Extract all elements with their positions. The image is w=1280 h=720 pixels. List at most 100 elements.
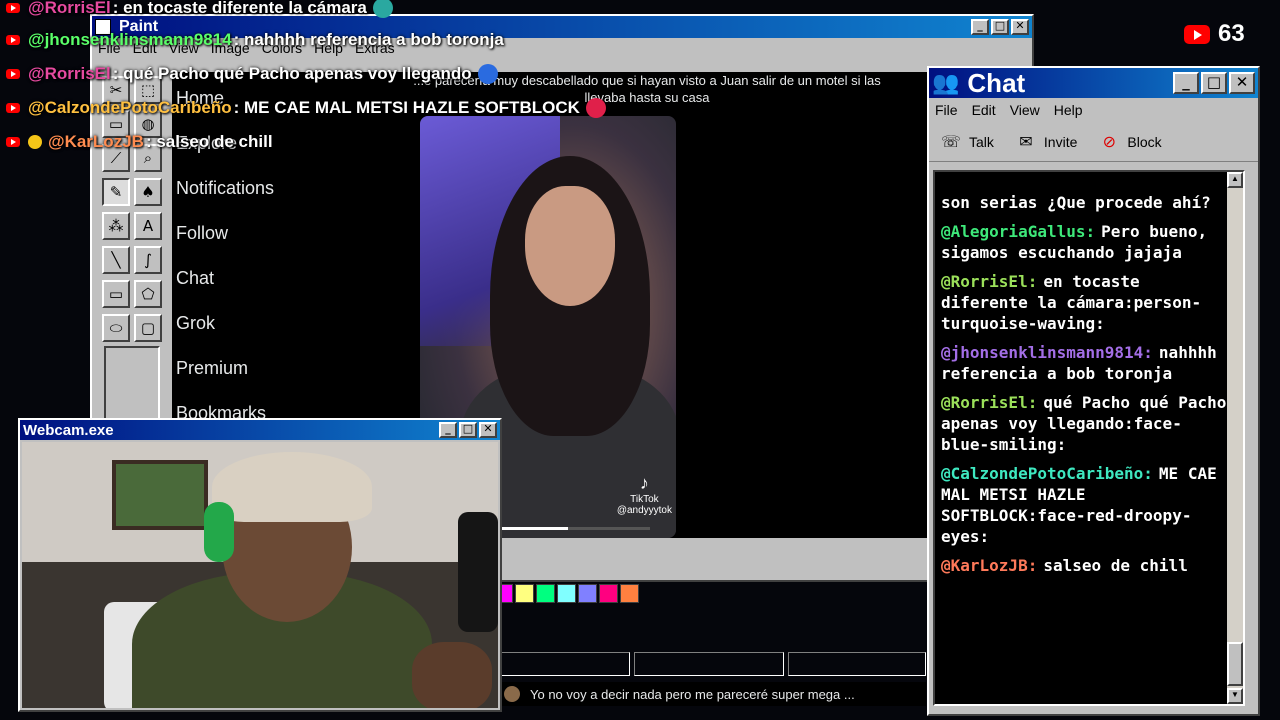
cam-cap: [212, 452, 372, 522]
overlay-username: @jhonsenklinsmann9814: [28, 30, 232, 49]
chat-message: son serias ¿Que procede ahí?: [941, 192, 1227, 213]
chat-username[interactable]: @CalzondePotoCaribeño:: [941, 464, 1153, 483]
reply-text: Yo no voy a decir nada pero me pareceré …: [530, 686, 855, 702]
pencil-icon[interactable]: ✎: [102, 178, 130, 206]
paint-toolbox: ✂ ⬚ ▭ ◍ ⟋ ⌕ ✎ ♠ ⁂ A ╲ ∫ ▭ ⬠ ⬭ ▢: [100, 76, 164, 426]
block-label: Block: [1127, 133, 1162, 150]
menu-item[interactable]: Help: [1054, 102, 1083, 118]
overlay-chat-line: @RorrisEl: qué Pacho qué Pacho apenas vo…: [6, 64, 498, 84]
chat-message: @CalzondePotoCaribeño: ME CAE MAL METSI H…: [941, 463, 1227, 547]
tiktok-label: TikTok: [630, 494, 659, 505]
viewer-count: 63: [1218, 20, 1245, 47]
overlay-chat-line: @KarLozJB: salseo de chill: [6, 132, 273, 152]
invite-icon: ✉: [1019, 132, 1033, 151]
overlay-message: : salseo de chill: [145, 132, 273, 151]
youtube-icon: [6, 137, 20, 147]
scroll-down-icon[interactable]: ▼: [1227, 688, 1243, 704]
chat-window: 👥 Chat _ □ ✕ File Edit View Help ☏ Talk ✉ I…: [927, 66, 1260, 716]
webcam-titlebar[interactable]: Webcam.exe _ □ ✕: [20, 420, 500, 440]
color-swatch[interactable]: [536, 584, 555, 603]
chat-message-list: son serias ¿Que procede ahí? @AlegoriaGal…: [941, 192, 1227, 584]
menu-item[interactable]: Edit: [972, 102, 996, 118]
chat-username[interactable]: @RorrisEl:: [941, 393, 1037, 412]
color-swatch[interactable]: [578, 584, 597, 603]
color-swatch[interactable]: [620, 584, 639, 603]
scroll-up-icon[interactable]: ▲: [1227, 172, 1243, 188]
emoji-icon: [477, 64, 498, 84]
curve-icon[interactable]: ∫: [134, 246, 162, 274]
tool-options[interactable]: [104, 346, 160, 422]
color-swatch[interactable]: [599, 584, 618, 603]
nav-item[interactable]: Grok: [176, 313, 215, 334]
chat-username[interactable]: @AlegoriaGallus:: [941, 222, 1095, 241]
youtube-icon: [6, 103, 20, 113]
brush-icon[interactable]: ♠: [134, 178, 162, 206]
chat-messages-pane[interactable]: son serias ¿Que procede ahí? @AlegoriaGal…: [933, 170, 1245, 706]
nav-item[interactable]: Premium: [176, 358, 248, 379]
overlay-username: @RorrisEl: [28, 64, 111, 83]
menu-item[interactable]: File: [935, 102, 958, 118]
video-person-face: [525, 186, 615, 306]
chat-username[interactable]: @KarLozJB:: [941, 556, 1037, 575]
chat-toolbar: ☏ Talk ✉ Invite ⊘ Block: [929, 122, 1258, 162]
invite-button[interactable]: ✉ Invite: [1014, 131, 1077, 153]
nav-item[interactable]: Notifications: [176, 178, 274, 199]
talk-label: Talk: [969, 133, 994, 150]
close-button[interactable]: ✕: [1229, 72, 1255, 94]
chat-people-icon: 👥: [932, 70, 960, 96]
overlay-chat-line: @CalzondePotoCaribeño: ME CAE MAL METSI …: [6, 98, 606, 118]
text-icon[interactable]: A: [134, 212, 162, 240]
overlay-message: : qué Pacho qué Pacho apenas voy llegand…: [112, 64, 472, 83]
chat-message: @jhonsenklinsmann9814: nahhhh referencia …: [941, 342, 1227, 384]
chat-message: @AlegoriaGallus: Pero bueno, sigamos escu…: [941, 221, 1227, 263]
chat-text: son serias ¿Que procede ahí?: [941, 193, 1211, 212]
polygon-icon[interactable]: ⬠: [134, 280, 162, 308]
overlay-message: : ME CAE MAL METSI HAZLE SOFTBLOCK: [233, 98, 580, 117]
emoji-icon: [372, 0, 393, 18]
minimize-button[interactable]: _: [971, 19, 989, 35]
invite-label: Invite: [1043, 133, 1078, 150]
nav-item[interactable]: Chat: [176, 268, 214, 289]
line-icon[interactable]: ╲: [102, 246, 130, 274]
block-button[interactable]: ⊘ Block: [1097, 131, 1162, 153]
overlay-chat-line: @RorrisEl: en tocaste diferente la cámar…: [6, 0, 393, 18]
overlay-message: : en tocaste diferente la cámara: [112, 0, 367, 17]
video-progress-fill: [500, 527, 568, 530]
overlay-username: @KarLozJB: [48, 132, 144, 151]
cam-microphone: [458, 512, 498, 632]
close-button[interactable]: ✕: [1011, 19, 1029, 35]
cam-painting: [112, 460, 208, 530]
webcam-feed: [22, 442, 498, 708]
status-cell: [788, 652, 926, 676]
video-progress[interactable]: [500, 527, 650, 530]
maximize-button[interactable]: □: [1201, 72, 1227, 94]
rectangle-icon[interactable]: ▭: [102, 280, 130, 308]
maximize-button[interactable]: □: [459, 422, 477, 438]
nav-item[interactable]: Follow: [176, 223, 228, 244]
maximize-button[interactable]: □: [991, 19, 1009, 35]
member-badge-icon: [28, 135, 42, 149]
chat-username[interactable]: @jhonsenklinsmann9814:: [941, 343, 1153, 362]
talk-button[interactable]: ☏ Talk: [939, 131, 994, 153]
ellipse-icon[interactable]: ⬭: [102, 314, 130, 342]
chat-titlebar[interactable]: 👥 Chat _ □ ✕: [929, 68, 1258, 98]
chat-message: @RorrisEl: en tocaste diferente la cámara…: [941, 271, 1227, 334]
scroll-thumb[interactable]: [1227, 642, 1243, 686]
viewer-counter: 63: [1184, 20, 1245, 48]
color-swatch[interactable]: [557, 584, 576, 603]
color-swatch[interactable]: [515, 584, 534, 603]
reply-preview[interactable]: Yo no voy a decir nada pero me pareceré …: [500, 682, 926, 706]
rounded-rect-icon[interactable]: ▢: [134, 314, 162, 342]
overlay-username: @CalzondePotoCaribeño: [28, 98, 232, 117]
tiktok-watermark: ♪ TikTok @andyyytok: [617, 473, 672, 516]
overlay-chat-line: @jhonsenklinsmann9814: nahhhh referencia…: [6, 30, 504, 50]
menu-item[interactable]: View: [1010, 102, 1040, 118]
overlay-message: : nahhhh referencia a bob toronja: [233, 30, 504, 49]
chat-username[interactable]: @RorrisEl:: [941, 272, 1037, 291]
minimize-button[interactable]: _: [439, 422, 457, 438]
close-button[interactable]: ✕: [479, 422, 497, 438]
block-icon: ⊘: [1102, 132, 1117, 151]
minimize-button[interactable]: _: [1173, 72, 1199, 94]
chat-scrollbar[interactable]: ▲ ▼: [1227, 172, 1243, 704]
airbrush-icon[interactable]: ⁂: [102, 212, 130, 240]
